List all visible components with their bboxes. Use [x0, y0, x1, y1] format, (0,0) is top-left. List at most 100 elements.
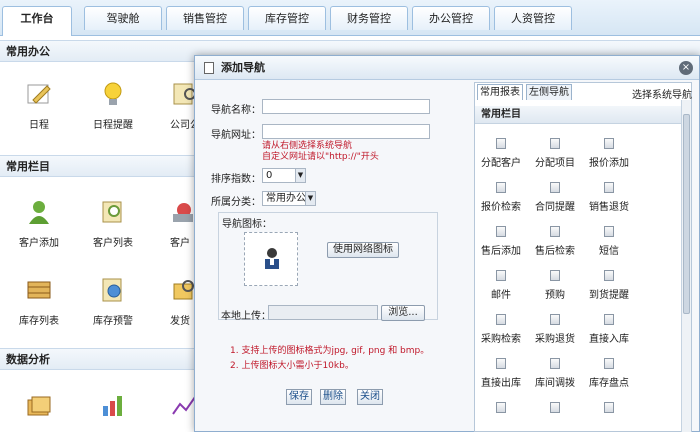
nav-item[interactable]: 到货提醒: [582, 270, 636, 301]
delete-button[interactable]: 删除: [320, 389, 346, 405]
module-icon: [550, 182, 560, 193]
browse-button[interactable]: 浏览...: [381, 305, 425, 321]
app-customer-other[interactable]: 客户: [152, 198, 194, 249]
app-label: 库存列表: [19, 316, 59, 327]
tab-hr[interactable]: 人资管控: [494, 6, 572, 30]
upload-path-input[interactable]: [268, 305, 378, 320]
module-icon: [550, 314, 560, 325]
tab-sales[interactable]: 销售管控: [166, 6, 244, 30]
tab-cockpit[interactable]: 驾驶舱: [84, 6, 162, 30]
app-analysis-line[interactable]: [152, 392, 194, 428]
module-icon: [550, 358, 560, 369]
nav-name-input[interactable]: [262, 99, 430, 114]
tab-common-reports[interactable]: 常用报表: [477, 84, 523, 100]
app-schedule-reminder[interactable]: 日程提醒: [78, 80, 148, 131]
tab-inventory[interactable]: 库存管控: [248, 6, 326, 30]
nav-item[interactable]: 短信: [582, 226, 636, 257]
panel-scrollbar[interactable]: [681, 100, 691, 432]
app-analysis-folders[interactable]: [4, 392, 74, 428]
save-button[interactable]: 保存: [286, 389, 312, 405]
nav-item-label: 销售退货: [589, 202, 629, 213]
use-web-icon-button[interactable]: 使用网络图标: [327, 242, 399, 258]
close-button[interactable]: 关闭: [357, 389, 383, 405]
module-icon: [604, 226, 614, 237]
person-icon: [265, 248, 279, 269]
module-icon: [604, 270, 614, 281]
nav-item[interactable]: 采购退货: [528, 314, 582, 345]
nav-item-label: 库间调拨: [535, 378, 575, 389]
abacus-icon: [27, 281, 51, 299]
url-hint-line1: 请从右侧选择系统导航: [262, 141, 353, 151]
app-label: 客户: [170, 238, 190, 249]
app-label: 公司公: [170, 120, 194, 131]
category-select[interactable]: 常用办公 ▼: [262, 191, 316, 206]
nav-item[interactable]: 销售退货: [582, 182, 636, 213]
nav-item[interactable]: [474, 402, 528, 418]
app-label: 发货: [170, 316, 190, 327]
app-company-notice[interactable]: 公司公: [152, 80, 194, 131]
dialog-title: 添加导航: [221, 61, 265, 74]
nav-item-label: 直接出库: [481, 378, 521, 389]
nav-item-label: 采购退货: [535, 334, 575, 345]
document-icon: [204, 62, 214, 74]
nav-item[interactable]: 售后添加: [474, 226, 528, 257]
nav-item[interactable]: 售后检索: [528, 226, 582, 257]
app-shipping[interactable]: 发货: [152, 276, 194, 327]
nav-url-input[interactable]: [262, 124, 430, 139]
sort-index-value: 0: [266, 170, 273, 181]
module-icon: [604, 182, 614, 193]
bar-chart-icon: [103, 396, 122, 416]
scrollbar-thumb[interactable]: [683, 114, 690, 314]
nav-item-label: 报价添加: [589, 158, 629, 169]
nav-item[interactable]: 分配项目: [528, 138, 582, 169]
nav-item[interactable]: 合同提醒: [528, 182, 582, 213]
nav-item[interactable]: 直接出库: [474, 358, 528, 389]
tab-workbench[interactable]: 工作台: [2, 6, 72, 36]
app-inventory-warning[interactable]: 库存预警: [78, 276, 148, 327]
app-schedule[interactable]: 日程: [4, 80, 74, 131]
nav-item-label: 报价检索: [481, 202, 521, 213]
tab-finance[interactable]: 财务管控: [330, 6, 408, 30]
module-icon: [604, 138, 614, 149]
tab-office[interactable]: 办公管控: [412, 6, 490, 30]
close-icon[interactable]: ×: [679, 61, 693, 75]
module-icon: [496, 402, 506, 413]
module-icon: [550, 402, 560, 413]
upload-note-1: 1. 支持上传的图标格式为jpg, gif, png 和 bmp。: [230, 346, 430, 356]
app-customer-list[interactable]: 客户列表: [78, 198, 148, 249]
chevron-down-icon: ▼: [305, 192, 315, 205]
app-analysis-bars[interactable]: [78, 392, 148, 428]
calendar-pen-icon: [27, 84, 51, 104]
clock-doc-icon: [102, 278, 122, 302]
nav-item[interactable]: 报价添加: [582, 138, 636, 169]
select-system-nav-text: 选择系统导航: [632, 90, 692, 101]
dialog-title-bar: 添加导航: [195, 56, 699, 80]
nav-item-label: 售后添加: [481, 246, 521, 257]
module-icon: [604, 314, 614, 325]
nav-item[interactable]: 采购检索: [474, 314, 528, 345]
module-icon: [550, 270, 560, 281]
app-inventory-list[interactable]: 库存列表: [4, 276, 74, 327]
tab-left-nav[interactable]: 左侧导航: [526, 84, 572, 100]
nav-item-label: 直接入库: [589, 334, 629, 345]
nav-item[interactable]: 分配客户: [474, 138, 528, 169]
nav-item[interactable]: 邮件: [474, 270, 528, 301]
sort-index-select[interactable]: 0 ▼: [262, 168, 306, 183]
app-customer-add[interactable]: 客户添加: [4, 198, 74, 249]
nav-item-label: 合同提醒: [535, 202, 575, 213]
nav-item[interactable]: 报价检索: [474, 182, 528, 213]
user-remove-icon: [173, 203, 193, 222]
chevron-down-icon: ▼: [295, 169, 305, 182]
user-search-icon: [102, 201, 122, 223]
app-label: 客户添加: [19, 238, 59, 249]
nav-item[interactable]: 预购: [528, 270, 582, 301]
nav-item[interactable]: 库存盘点: [582, 358, 636, 389]
nav-item[interactable]: [528, 402, 582, 418]
nav-item[interactable]: [582, 402, 636, 418]
module-icon: [550, 138, 560, 149]
nav-item[interactable]: 库间调拨: [528, 358, 582, 389]
category-label: 所属分类：: [211, 197, 261, 208]
module-icon: [496, 182, 506, 193]
nav-item[interactable]: 直接入库: [582, 314, 636, 345]
user-add-icon: [29, 201, 49, 224]
